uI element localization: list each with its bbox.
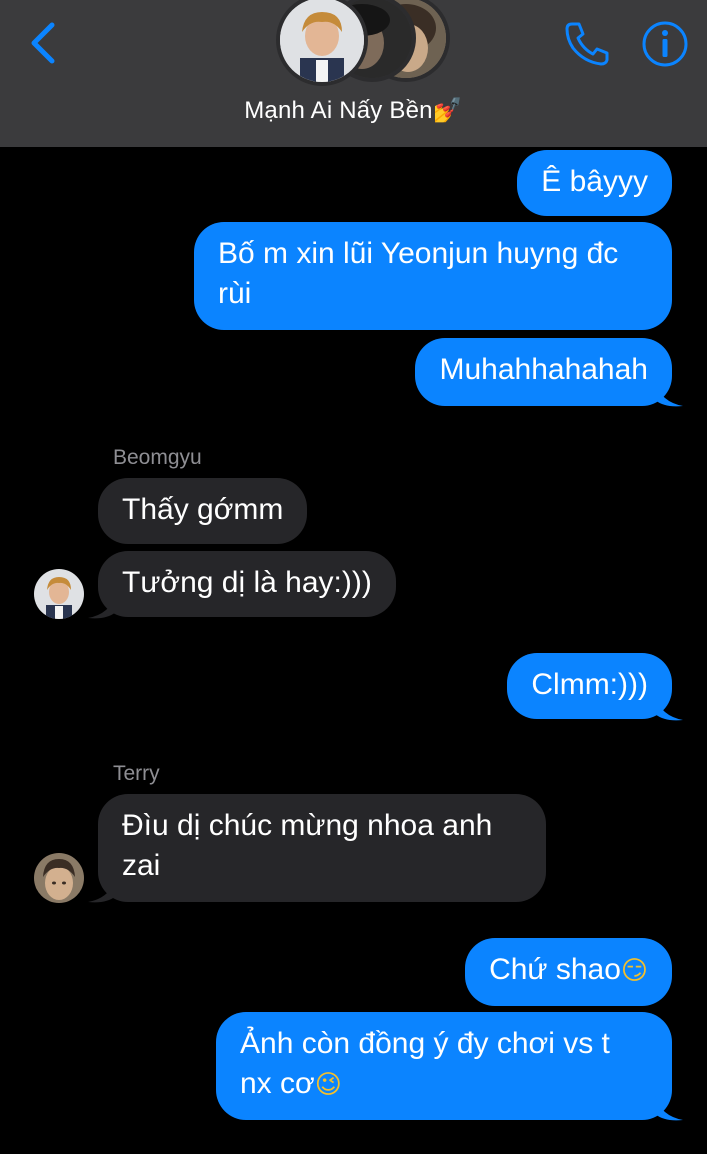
nail-polish-emoji: 💅 bbox=[432, 96, 463, 124]
group-name-text: Mạnh Ai Nấy Bền bbox=[244, 97, 433, 124]
chat-header: Mạnh Ai Nấy Bền💅 bbox=[0, 0, 707, 147]
group-avatars[interactable] bbox=[270, 0, 450, 86]
message-text-line: nx cơ bbox=[240, 1067, 315, 1100]
message-text: Ê bâyyy bbox=[541, 165, 648, 198]
incoming-message[interactable]: Thấy gớmm bbox=[98, 478, 308, 544]
back-chevron-icon[interactable] bbox=[26, 20, 60, 66]
incoming-message[interactable]: Đìu dị chúc mừng nhoa anh zai bbox=[98, 794, 546, 902]
bubble-tail bbox=[655, 696, 683, 721]
outgoing-message[interactable]: Ảnh còn đồng ý đy chơi vs t nx cơ😉 bbox=[216, 1012, 672, 1120]
message-text: Thấy gớmm bbox=[122, 493, 284, 526]
bubble-tail bbox=[655, 382, 683, 407]
wink-emoji: 😉 bbox=[314, 1070, 342, 1100]
sender-avatar-beomgyu[interactable] bbox=[34, 569, 84, 619]
sender-name: Beomgyu bbox=[113, 446, 202, 469]
message-text-line: zai bbox=[122, 849, 161, 882]
message-text: Muhahhahahah bbox=[439, 353, 648, 386]
outgoing-message[interactable]: Bố m xin lũi Yeonjun huyng đc rùi bbox=[194, 222, 672, 330]
incoming-message[interactable]: Tưởng dị là hay:))) bbox=[98, 551, 396, 617]
sender-name: Terry bbox=[113, 762, 160, 785]
message-text: Clmm:))) bbox=[531, 668, 648, 701]
smirk-emoji: 😏 bbox=[620, 956, 648, 986]
message-text: Tưởng dị là hay:))) bbox=[122, 566, 372, 599]
outgoing-message[interactable]: Chứ shao😏 bbox=[465, 938, 672, 1006]
outgoing-message[interactable]: Clmm:))) bbox=[507, 653, 672, 719]
message-text-line: rùi bbox=[218, 277, 252, 310]
outgoing-message[interactable]: Ê bâyyy bbox=[517, 150, 672, 216]
message-text: Chứ shao bbox=[489, 953, 621, 986]
bubble-tail bbox=[88, 878, 116, 903]
message-text-line: Đìu dị chúc mừng nhoa anh bbox=[122, 809, 493, 842]
group-name[interactable]: Mạnh Ai Nấy Bền💅 bbox=[0, 96, 707, 125]
outgoing-message[interactable]: Muhahhahahah bbox=[415, 338, 672, 406]
sender-avatar-terry[interactable] bbox=[34, 853, 84, 903]
phone-icon[interactable] bbox=[562, 18, 612, 68]
bubble-tail bbox=[88, 594, 116, 619]
message-text-line: Bố m xin lũi Yeonjun huyng đc bbox=[218, 237, 619, 270]
message-text-line: Ảnh còn đồng ý đy chơi vs t bbox=[240, 1027, 610, 1060]
bubble-tail bbox=[655, 1096, 683, 1121]
info-icon[interactable] bbox=[641, 20, 689, 68]
